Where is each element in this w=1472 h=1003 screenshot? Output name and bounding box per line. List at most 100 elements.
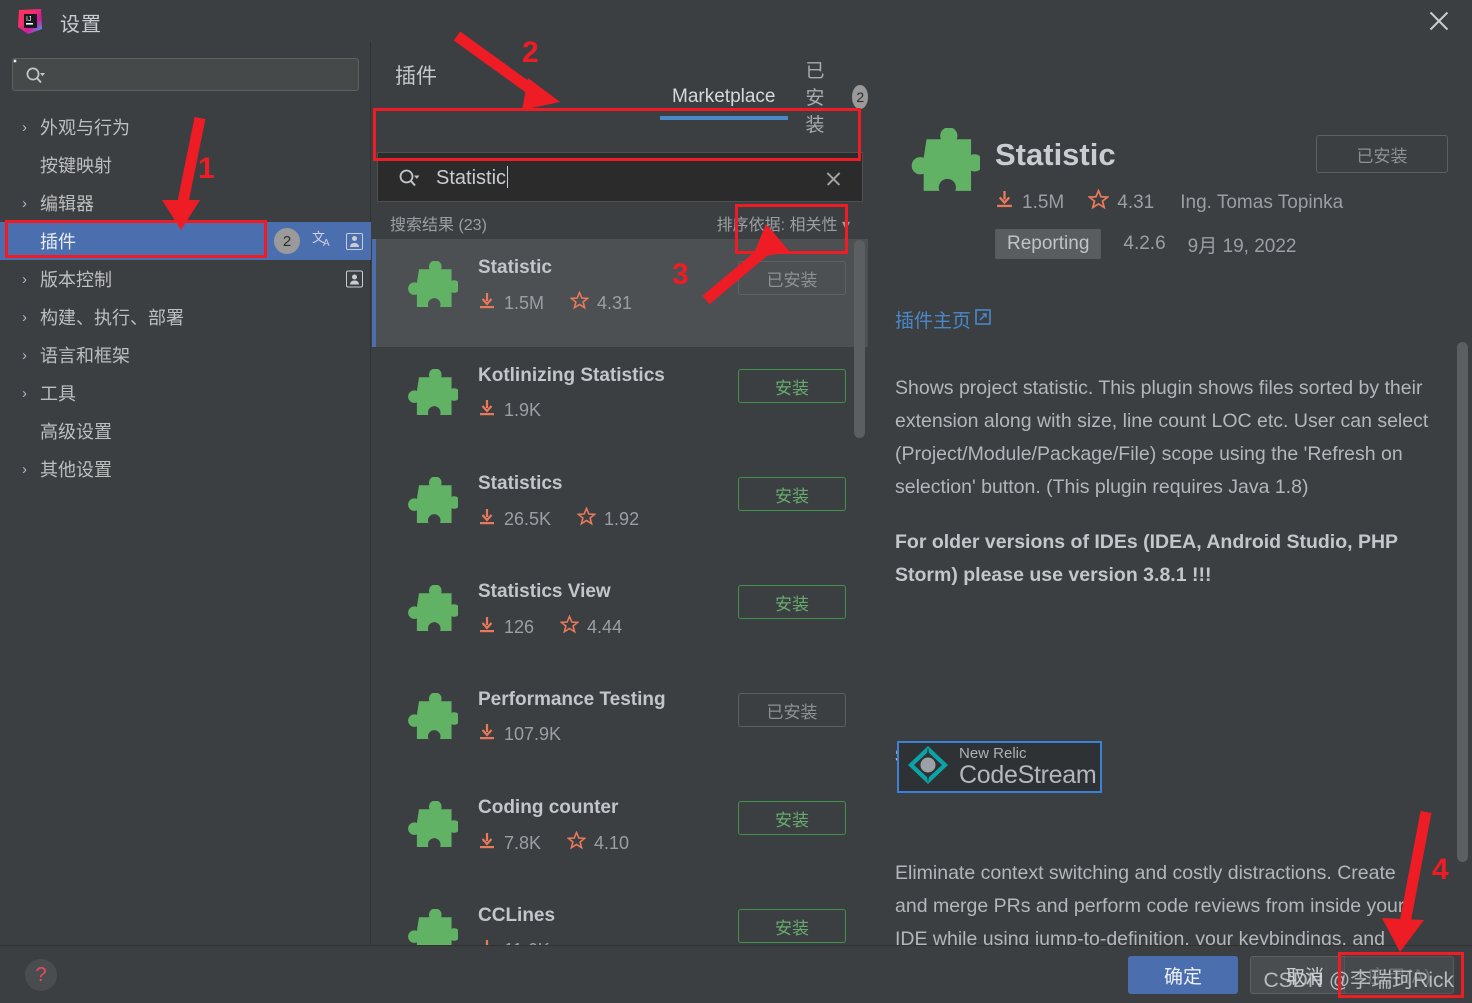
tab-installed[interactable]: 已安装 2 <box>805 56 868 149</box>
title-bar: IJ 设置 <box>0 0 1472 42</box>
plugin-name: Kotlinizing Statistics <box>478 365 665 386</box>
settings-sidebar: › 外观与行为 按键映射 › 编辑器 插件 2 文 A › 版本控制 › 构建、… <box>0 42 371 945</box>
plugin-detail-title: Statistic <box>995 137 1116 172</box>
sidebar-item-plugins[interactable]: 插件 2 文 A <box>0 222 371 260</box>
install-button[interactable]: 安装 <box>738 369 846 403</box>
sidebar-row-badges <box>346 270 363 288</box>
plugin-downloads: 107.9K <box>504 724 562 744</box>
sidebar-item-build-execution-deployment[interactable]: › 构建、执行、部署 <box>0 298 371 336</box>
apply-button[interactable]: 应用(A) <box>1344 956 1454 994</box>
sidebar-search-input[interactable] <box>12 58 359 91</box>
plugin-list-item-statistic[interactable]: Statistic 1.5M 4.31 已安装 <box>372 239 868 347</box>
sidebar-item-label: 其他设置 <box>40 460 112 480</box>
plugin-downloads: 126 <box>504 616 535 637</box>
plugins-panel: 插件 Marketplace 已安装 2 Statistic 搜索结果 (23)… <box>372 42 868 945</box>
plugin-list-item-cclines[interactable]: CCLines 11.6K 安装 <box>372 887 868 945</box>
window-title: 设置 <box>60 14 102 36</box>
plugin-name: Performance Testing <box>478 689 666 710</box>
dialog-footer: ? 确定 取消 应用(A) CSDN @李瑞珂Rick <box>0 945 1472 1003</box>
plugin-list-item-statistics-view[interactable]: Statistics View 126 4.44 安装 <box>372 563 868 671</box>
sidebar-item-label: 编辑器 <box>40 194 94 214</box>
download-icon <box>478 723 496 746</box>
sidebar-item-version-control[interactable]: › 版本控制 <box>0 260 371 298</box>
plugin-icon-large <box>895 127 984 215</box>
sidebar-item-advanced-settings[interactable]: 高级设置 <box>0 412 371 450</box>
plugin-icon <box>396 368 461 455</box>
external-link-icon <box>975 308 991 331</box>
star-icon <box>1087 188 1111 216</box>
plugin-icon <box>396 260 461 347</box>
search-icon <box>398 168 420 194</box>
plugin-name: Statistics View <box>478 581 611 602</box>
category-tag[interactable]: Reporting <box>995 229 1102 259</box>
sponsor-description: Eliminate context switching and costly d… <box>895 862 1405 945</box>
svg-text:IJ: IJ <box>26 16 31 23</box>
sidebar-item-label: 工具 <box>40 384 76 404</box>
install-button[interactable]: 安装 <box>738 585 846 619</box>
sidebar-item-label: 构建、执行、部署 <box>40 308 184 328</box>
plugin-list: Statistic 1.5M 4.31 已安装 Kotlinizing Stat… <box>372 239 868 945</box>
install-button[interactable]: 安装 <box>738 801 846 835</box>
account-icon[interactable] <box>346 270 363 288</box>
plugin-list-item-coding-counter[interactable]: Coding counter 7.8K 4.10 安装 <box>372 779 868 887</box>
download-icon <box>478 292 496 315</box>
download-icon <box>478 399 496 422</box>
detail-scrollbar[interactable] <box>1457 342 1468 862</box>
star-icon <box>559 614 580 639</box>
settings-dialog: IJ 设置 › 外观与行为 按键映射 › 编辑器 插件 2 文 A › 版本控制… <box>0 0 1472 1003</box>
sponsor-logo-text: New Relic CodeStream <box>959 745 1097 788</box>
installed-button[interactable]: 已安装 <box>738 693 846 727</box>
plugins-tabs: Marketplace 已安装 2 <box>660 56 868 149</box>
account-icon[interactable] <box>346 232 363 250</box>
sidebar-item-label: 高级设置 <box>40 422 112 442</box>
tab-label: 已安装 <box>805 61 825 136</box>
sidebar-item-tools[interactable]: › 工具 <box>0 374 371 412</box>
plugin-downloads: 7.8K <box>504 832 542 853</box>
translate-icon[interactable]: 文 A <box>312 229 334 254</box>
plugin-list-item-kotlinizing-statistics[interactable]: Kotlinizing Statistics 1.9K 安装 <box>372 347 868 455</box>
plugin-name: Coding counter <box>478 797 619 818</box>
tab-marketplace[interactable]: Marketplace <box>660 86 787 120</box>
chevron-right-icon: › <box>22 346 27 364</box>
sort-by-dropdown[interactable]: 排序依据: 相关性 ▾ <box>717 211 850 235</box>
plugin-search-input[interactable]: Statistic <box>377 152 863 202</box>
new-relic-codestream-logo[interactable]: New Relic CodeStream <box>897 741 1102 793</box>
sidebar-item-other-settings[interactable]: › 其他设置 <box>0 450 371 488</box>
help-icon[interactable]: ? <box>25 959 57 991</box>
chevron-right-icon: › <box>22 118 27 136</box>
sidebar-search-field[interactable] <box>13 59 17 63</box>
plugin-homepage-label: 插件主页 <box>895 311 972 332</box>
plugin-update-count-badge: 2 <box>274 228 300 254</box>
download-icon <box>995 190 1014 215</box>
sidebar-item-keymap[interactable]: 按键映射 <box>0 146 371 184</box>
close-icon[interactable] <box>1426 8 1452 34</box>
plugin-rating: 4.10 <box>594 832 630 853</box>
detail-rating: 4.31 <box>1117 191 1155 213</box>
plugin-name: CCLines <box>478 905 556 926</box>
install-button[interactable]: 安装 <box>738 477 846 511</box>
plugin-homepage-link[interactable]: 插件主页 <box>895 306 991 333</box>
chevron-right-icon: › <box>22 270 27 288</box>
sidebar-item-editor[interactable]: › 编辑器 <box>0 184 371 222</box>
plugin-downloads: 1.9K <box>504 400 542 420</box>
plugin-list-item-statistics[interactable]: Statistics 26.5K 1.92 安装 <box>372 455 868 563</box>
sponsor-brand: New Relic <box>959 745 1027 762</box>
sidebar-item-languages-frameworks[interactable]: › 语言和框架 <box>0 336 371 374</box>
sidebar-row-badges: 2 文 A <box>274 228 363 254</box>
chevron-right-icon: › <box>22 308 27 326</box>
detail-installed-button[interactable]: 已安装 <box>1316 135 1448 173</box>
clear-search-icon[interactable] <box>825 170 842 187</box>
install-button[interactable]: 安装 <box>738 909 846 943</box>
sidebar-item-label: 外观与行为 <box>40 118 130 138</box>
intellij-idea-logo-icon: IJ <box>16 7 44 35</box>
statistic-installed-button[interactable]: 已安装 <box>738 261 846 295</box>
star-icon <box>576 506 597 531</box>
sidebar-item-appearance-behavior[interactable]: › 外观与行为 <box>0 108 371 146</box>
settings-tree: › 外观与行为 按键映射 › 编辑器 插件 2 文 A › 版本控制 › 构建、… <box>0 108 371 488</box>
ok-button[interactable]: 确定 <box>1128 956 1238 994</box>
text-caret <box>507 166 509 188</box>
plugin-icon <box>396 584 461 671</box>
plugin-name: Statistic <box>478 257 552 278</box>
plugin-list-item-performance-testing[interactable]: Performance Testing 107.9K 已安装 <box>372 671 868 779</box>
plugin-list-scrollbar[interactable] <box>854 240 865 438</box>
